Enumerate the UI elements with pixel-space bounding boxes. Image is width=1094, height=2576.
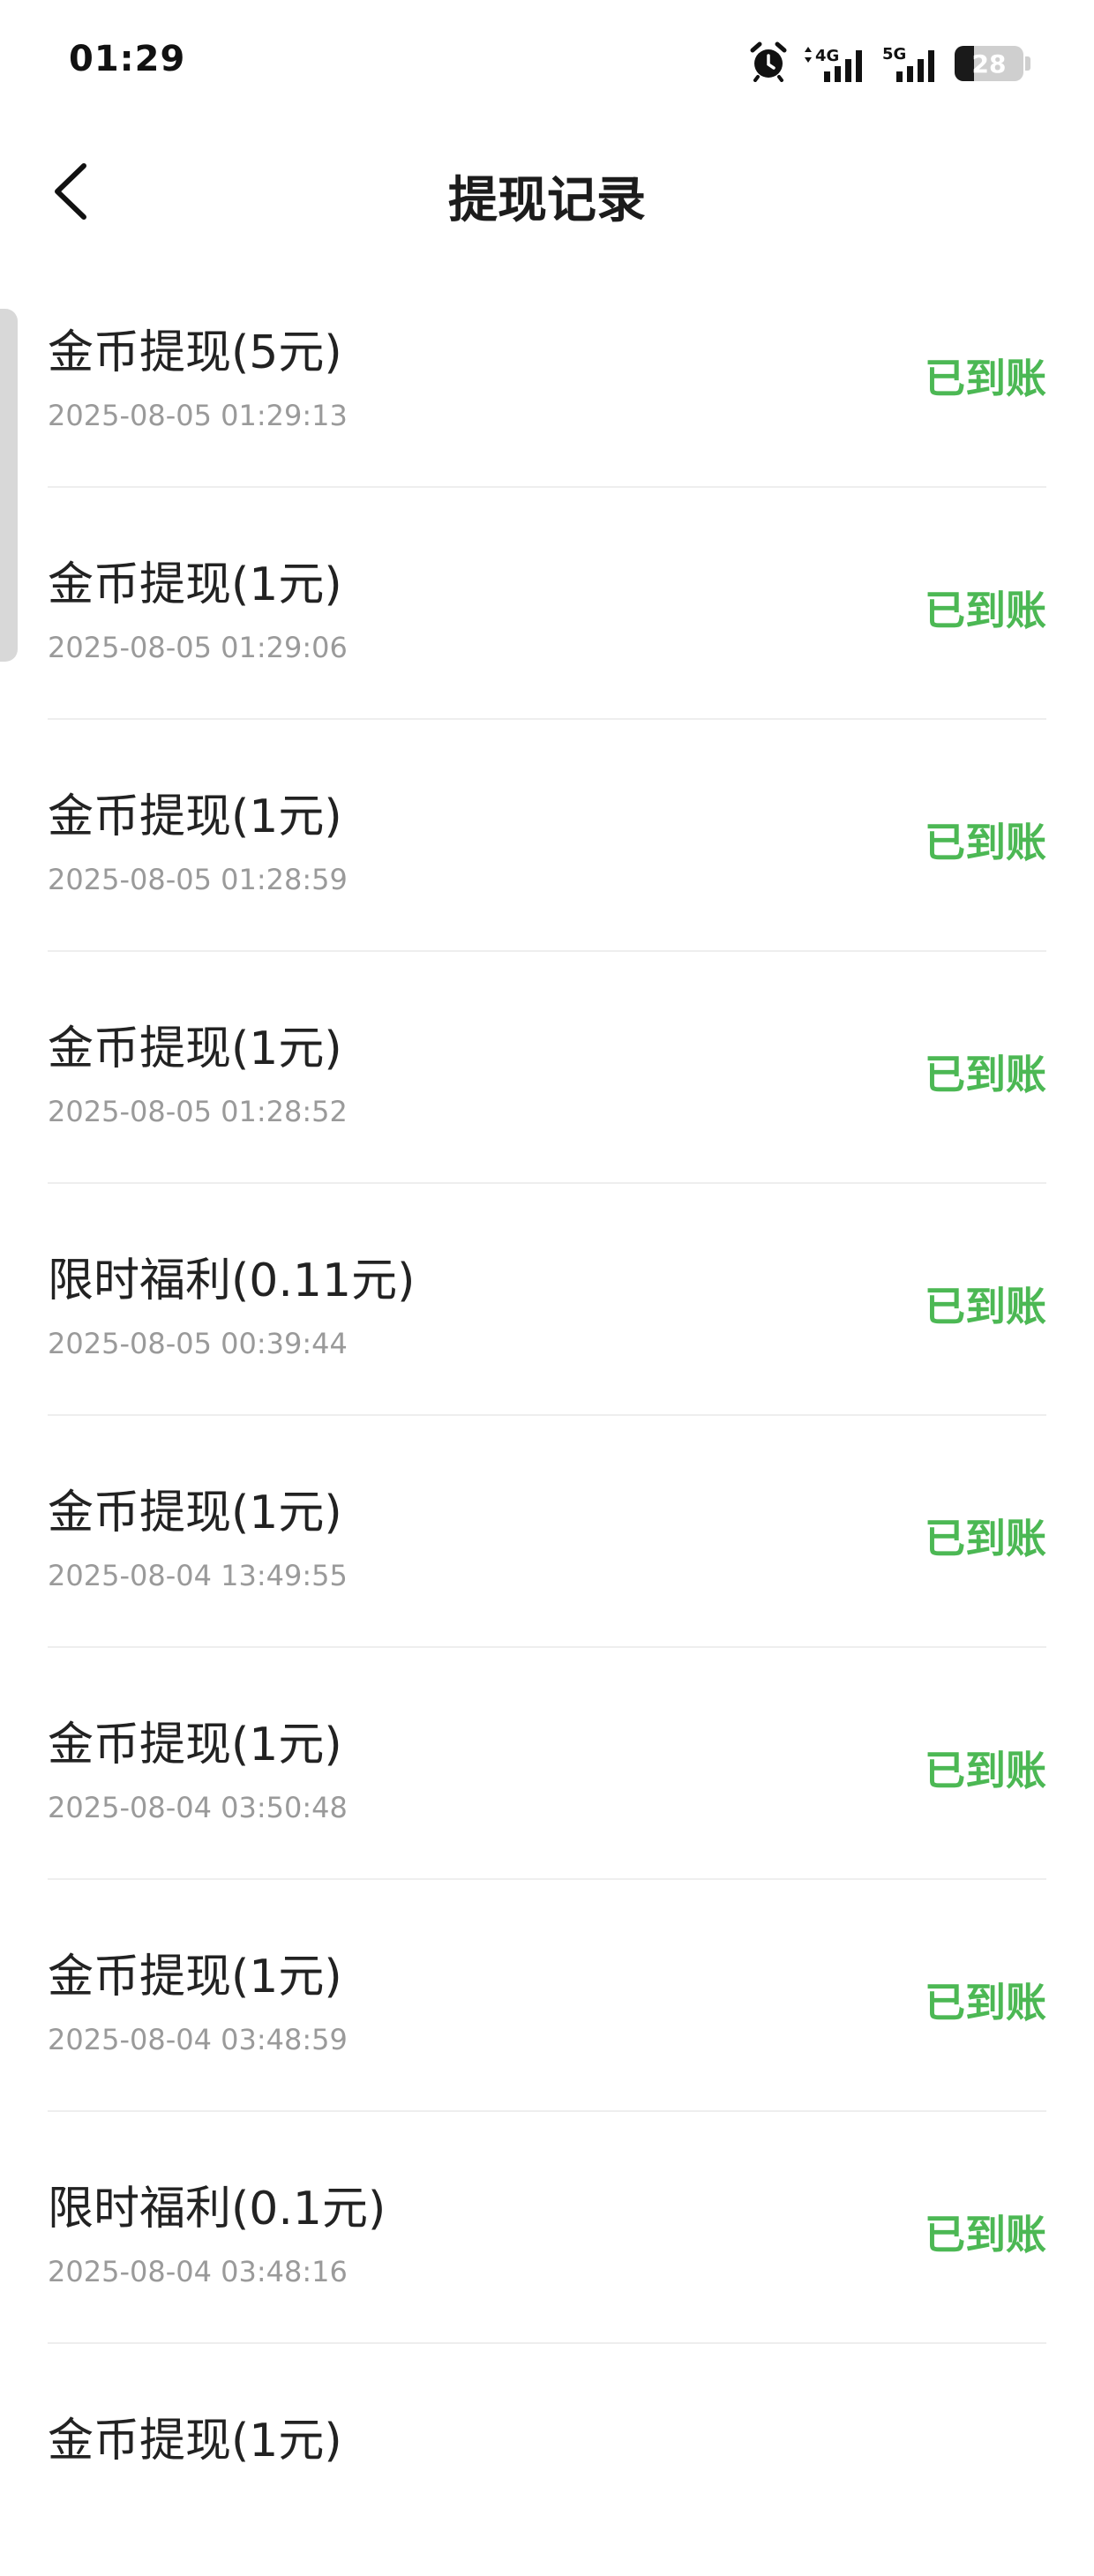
record-item[interactable]: 金币提现(1元) 2025-08-04 13:49:55 已到账 <box>0 1416 1094 1648</box>
record-time: 2025-08-04 03:48:16 <box>48 2255 348 2288</box>
battery-icon: 28 <box>955 46 1030 81</box>
record-title: 金币提现(5元) <box>48 326 342 379</box>
record-time: 2025-08-05 01:29:13 <box>48 399 348 432</box>
page-title: 提现记录 <box>448 172 646 229</box>
record-status: 已到账 <box>925 819 1046 866</box>
record-status: 已到账 <box>925 1979 1046 2026</box>
record-item[interactable]: 金币提现(5元) 2025-08-05 01:29:13 已到账 <box>0 256 1094 488</box>
record-status: 已到账 <box>925 1515 1046 1562</box>
network-4g-label: 4G <box>815 47 839 65</box>
record-item[interactable]: 金币提现(1元) 2025-08-04 03:48:59 已到账 <box>0 1880 1094 2112</box>
status-icons: 4G 5G 28 <box>748 39 1030 88</box>
record-title: 限时福利(0.1元) <box>48 2183 386 2235</box>
record-title: 金币提现(1元) <box>48 558 342 611</box>
status-bar: 01:29 4G 5G 28 <box>0 0 1094 124</box>
record-title: 金币提现(1元) <box>48 1022 342 1075</box>
withdrawal-records-list: 金币提现(5元) 2025-08-05 01:29:13 已到账 金币提现(1元… <box>0 256 1094 2576</box>
signal-5g-icon: 5G <box>882 43 942 84</box>
record-status: 已到账 <box>925 1051 1046 1098</box>
battery-level: 28 <box>971 49 1007 79</box>
alarm-icon <box>748 41 789 86</box>
record-title: 金币提现(1元) <box>48 1719 342 1771</box>
record-item[interactable]: 金币提现(1元) 2025-08-04 03:50:48 已到账 <box>0 1648 1094 1880</box>
record-item[interactable]: 金币提现(1元) 2025-08-05 01:28:59 已到账 <box>0 720 1094 952</box>
record-time: 2025-08-05 01:28:52 <box>48 1095 348 1128</box>
record-time: 2025-08-05 01:29:06 <box>48 631 348 664</box>
record-item[interactable]: 金币提现(1元) 2025-08-05 01:29:06 已到账 <box>0 488 1094 720</box>
record-item[interactable]: 限时福利(0.11元) 2025-08-05 00:39:44 已到账 <box>0 1184 1094 1416</box>
record-status: 已到账 <box>925 1283 1046 1330</box>
record-time: 2025-08-05 01:28:59 <box>48 863 348 896</box>
record-item[interactable]: 金币提现(1元) <box>0 2344 1094 2576</box>
record-title: 金币提现(1元) <box>48 790 342 843</box>
record-time: 2025-08-04 13:49:55 <box>48 1559 348 1592</box>
record-status: 已到账 <box>925 587 1046 634</box>
record-item[interactable]: 限时福利(0.1元) 2025-08-04 03:48:16 已到账 <box>0 2112 1094 2344</box>
record-status: 已到账 <box>925 1747 1046 1794</box>
network-5g-label: 5G <box>882 45 906 64</box>
record-status: 已到账 <box>925 355 1046 402</box>
record-status: 已到账 <box>925 2211 1046 2258</box>
record-time: 2025-08-04 03:48:59 <box>48 2023 348 2056</box>
record-title: 限时福利(0.11元) <box>48 1254 416 1307</box>
record-title: 金币提现(1元) <box>48 1486 342 1539</box>
record-title: 金币提现(1元) <box>48 2415 342 2467</box>
signal-4g-icon: 4G <box>801 43 870 84</box>
record-item[interactable]: 金币提现(1元) 2025-08-05 01:28:52 已到账 <box>0 952 1094 1184</box>
record-title: 金币提现(1元) <box>48 1951 342 2003</box>
record-time: 2025-08-04 03:50:48 <box>48 1791 348 1824</box>
header: 提现记录 <box>0 132 1094 256</box>
record-time: 2025-08-05 00:39:44 <box>48 1327 348 1360</box>
status-time: 01:29 <box>69 39 186 79</box>
